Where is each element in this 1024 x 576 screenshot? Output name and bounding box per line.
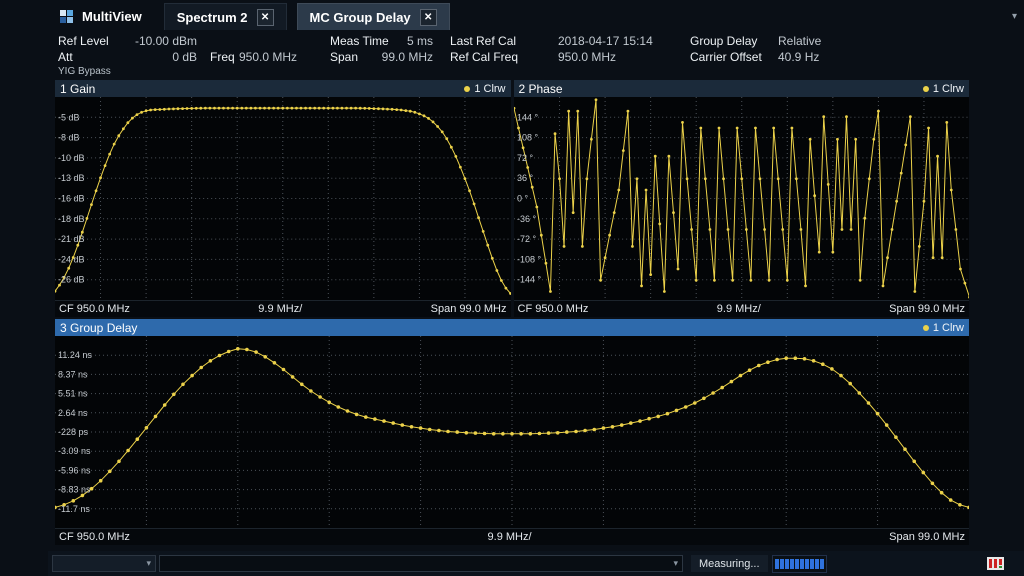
group-delay-span-label: Span 99.0 MHz (889, 531, 965, 543)
gain-footer: CF 950.0 MHz 9.9 MHz/ Span 99.0 MHz (55, 300, 511, 317)
freq-label: Freq (210, 50, 235, 64)
phase-cf-label: CF 950.0 MHz (518, 303, 589, 315)
carrier-offset-label: Carrier Offset (690, 50, 762, 64)
gain-trace-legend-label: 1 Clrw (474, 83, 505, 95)
ref-level-label: Ref Level (58, 34, 109, 48)
group-delay-trace-legend: 1 Clrw (923, 322, 964, 334)
att-label: Att (58, 50, 73, 64)
svg-text:-5 dB: -5 dB (58, 112, 80, 122)
svg-text:-72 °: -72 ° (517, 234, 537, 244)
svg-text:-26 dB: -26 dB (58, 275, 85, 285)
ref-cal-freq-label: Ref Cal Freq (450, 50, 518, 64)
svg-text:-10 dB: -10 dB (58, 153, 85, 163)
svg-text:8.37 ns: 8.37 ns (58, 369, 88, 379)
panel-group-delay: 3 Group Delay 1 Clrw 11.24 ns 8.37 ns 5.51… (55, 319, 969, 545)
panel-gain-title: 1 Gain (60, 82, 95, 96)
svg-text:11.24 ns: 11.24 ns (58, 350, 92, 360)
freq-value: 950.0 MHz (235, 50, 297, 64)
svg-text:108 °: 108 ° (517, 133, 539, 143)
panel-phase-title: 2 Phase (519, 82, 563, 96)
att-value: 0 dB (120, 50, 197, 64)
gain-span-label: Span 99.0 MHz (431, 303, 507, 315)
svg-text:-3.09 ns: -3.09 ns (58, 446, 91, 456)
svg-text:-21 dB: -21 dB (58, 234, 85, 244)
trace-color-icon (464, 86, 470, 92)
last-ref-cal-value: 2018-04-17 15:14 (558, 34, 653, 48)
group-delay-footer: CF 950.0 MHz 9.9 MHz/ Span 99.0 MHz (55, 528, 969, 545)
last-ref-cal-label: Last Ref Cal (450, 34, 516, 48)
diagram-area: 1 Gain 1 Clrw -5 dB -8 dB -10 dB -13 dB -16 … (55, 80, 969, 545)
carrier-offset-value: 40.9 Hz (778, 50, 819, 64)
progress-bar (772, 555, 827, 573)
svg-text:2.64 ns: 2.64 ns (58, 408, 88, 418)
phase-trace-legend-label: 1 Clrw (933, 83, 964, 95)
group-delay-scale-label: 9.9 MHz/ (488, 531, 532, 543)
meas-time-value: 5 ms (363, 34, 433, 48)
panel-gain-titlebar[interactable]: 1 Gain 1 Clrw (55, 80, 511, 97)
svg-text:36 °: 36 ° (517, 173, 534, 183)
svg-text:-13 dB: -13 dB (58, 173, 85, 183)
svg-text:-108 °: -108 ° (517, 254, 542, 264)
svg-text:-228 ps: -228 ps (58, 427, 89, 437)
trace-color-icon (923, 86, 929, 92)
command-input[interactable]: ▾ (159, 555, 683, 572)
status-bar: ▾ ▾ Measuring... (48, 551, 1024, 576)
chevron-down-icon: ▾ (146, 558, 151, 569)
analyzer-screen: MultiView Spectrum 2 ✕ MC Group Delay ✕ … (0, 0, 1024, 576)
ref-cal-freq-value: 950.0 MHz (558, 50, 616, 64)
svg-text:-24 dB: -24 dB (58, 254, 85, 264)
svg-text:-8.83 ns: -8.83 ns (58, 485, 91, 495)
svg-text:-18 dB: -18 dB (58, 214, 85, 224)
svg-text:144 °: 144 ° (517, 112, 539, 122)
svg-text:0 °: 0 ° (517, 194, 529, 204)
gain-chart[interactable]: -5 dB -8 dB -10 dB -13 dB -16 dB -18 dB -21 dB… (55, 97, 511, 300)
svg-text:-11.7 ns: -11.7 ns (58, 504, 90, 514)
phase-scale-label: 9.9 MHz/ (717, 303, 761, 315)
group-delay-label: Group Delay (690, 34, 757, 48)
span-value: 99.0 MHz (363, 50, 433, 64)
phase-footer: CF 950.0 MHz 9.9 MHz/ Span 99.0 MHz (514, 300, 970, 317)
trace-color-icon (923, 325, 929, 331)
phase-span-label: Span 99.0 MHz (889, 303, 965, 315)
span-label: Span (330, 50, 358, 64)
panel-group-delay-titlebar[interactable]: 3 Group Delay 1 Clrw (55, 319, 969, 336)
ref-level-value: -10.00 dBm (120, 34, 197, 48)
yig-bypass-label: YIG Bypass (58, 66, 111, 77)
group-delay-cf-label: CF 950.0 MHz (59, 531, 130, 543)
group-delay-trace-legend-label: 1 Clrw (933, 322, 964, 334)
panel-group-delay-title: 3 Group Delay (60, 321, 137, 335)
device-status-icon (987, 557, 1004, 570)
svg-text:5.51 ns: 5.51 ns (58, 389, 88, 399)
group-delay-chart[interactable]: 11.24 ns 8.37 ns 5.51 ns 2.64 ns -228 ps -3.0… (55, 336, 969, 528)
gain-trace-legend: 1 Clrw (464, 83, 505, 95)
panel-phase-titlebar[interactable]: 2 Phase 1 Clrw (514, 80, 970, 97)
gain-scale-label: 9.9 MHz/ (258, 303, 302, 315)
svg-text:-36 °: -36 ° (517, 214, 537, 224)
svg-text:-5.96 ns: -5.96 ns (58, 465, 91, 475)
svg-text:72 °: 72 ° (517, 153, 534, 163)
svg-text:-144 °: -144 ° (517, 275, 542, 285)
svg-text:-8 dB: -8 dB (58, 133, 80, 143)
status-dropdown[interactable]: ▾ (52, 555, 156, 572)
phase-chart[interactable]: 144 ° 108 ° 72 ° 36 ° 0 ° -36 ° -72 ° -108 ° -14… (514, 97, 970, 300)
chevron-down-icon: ▾ (673, 558, 678, 569)
gain-cf-label: CF 950.0 MHz (59, 303, 130, 315)
panel-gain: 1 Gain 1 Clrw -5 dB -8 dB -10 dB -13 dB -16 … (55, 80, 511, 317)
group-delay-mode: Relative (778, 34, 821, 48)
measuring-status: Measuring... (691, 555, 768, 572)
panel-phase: 2 Phase 1 Clrw 144 ° 108 ° 72 ° 36 ° 0 ° -36 … (514, 80, 970, 317)
measurement-header: Ref Level -10.00 dBm Meas Time 5 ms Last… (48, 0, 1024, 80)
svg-text:-16 dB: -16 dB (58, 194, 85, 204)
phase-trace-legend: 1 Clrw (923, 83, 964, 95)
